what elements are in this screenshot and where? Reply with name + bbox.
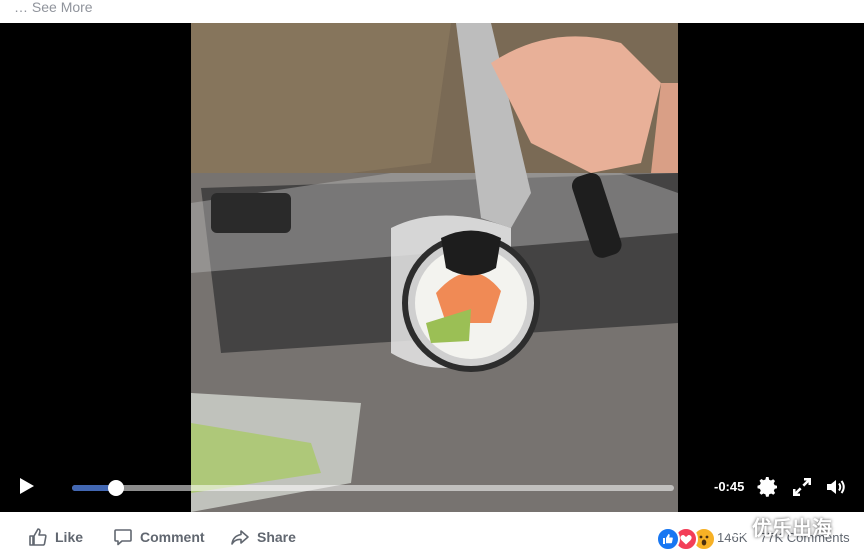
video-frame	[191, 23, 678, 512]
like-reaction-icon	[656, 527, 680, 551]
wechat-logo-icon	[718, 514, 747, 537]
see-more-link[interactable]: … See More	[14, 0, 93, 20]
settings-icon[interactable]	[756, 475, 780, 499]
time-remaining: -0:45	[714, 479, 745, 494]
progress-bar[interactable]	[72, 480, 674, 496]
like-button[interactable]: Like	[28, 526, 83, 548]
video-controls: -0:45	[0, 462, 864, 512]
comment-icon	[114, 529, 132, 546]
progress-scrubber[interactable]	[107, 480, 124, 496]
share-button[interactable]: Share	[230, 526, 296, 548]
comment-button[interactable]: Comment	[113, 526, 205, 548]
watermark: 优乐出海	[718, 506, 832, 546]
watermark-text: 优乐出海	[752, 517, 832, 540]
video-player[interactable]: -0:45	[0, 23, 864, 512]
play-icon[interactable]	[14, 474, 38, 498]
volume-icon[interactable]	[824, 475, 848, 499]
like-label: Like	[55, 529, 84, 545]
share-icon	[231, 530, 249, 545]
share-label: Share	[257, 529, 296, 545]
fullscreen-icon[interactable]	[790, 475, 814, 499]
reaction-summary[interactable]	[656, 527, 716, 551]
like-icon	[29, 528, 47, 546]
comment-label: Comment	[140, 529, 205, 545]
